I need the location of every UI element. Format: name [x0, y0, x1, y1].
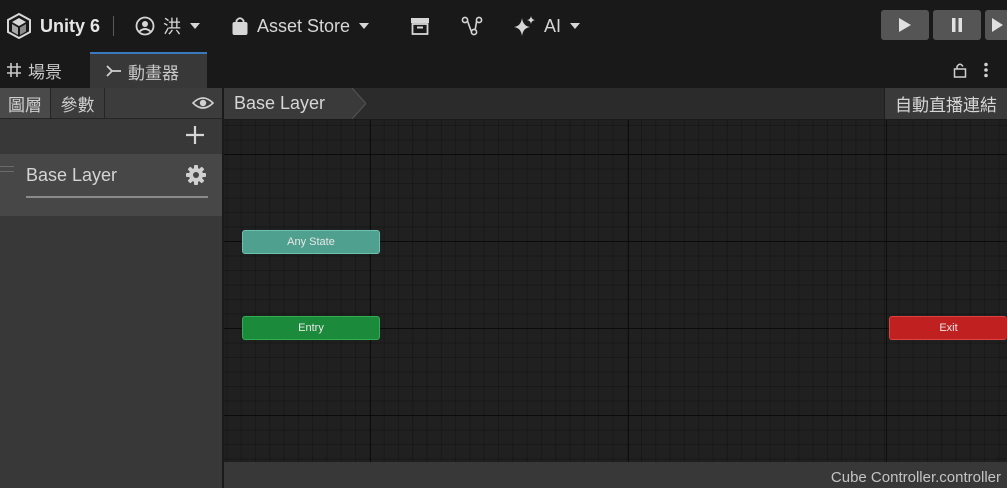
kebab-menu-icon — [984, 62, 988, 78]
visibility-toggle[interactable] — [105, 88, 222, 118]
package-manager-button[interactable] — [410, 0, 430, 52]
status-bar: Cube Controller.controller — [224, 462, 1007, 488]
drag-handle-icon[interactable] — [0, 166, 14, 172]
state-node-entry[interactable]: Entry — [242, 316, 380, 340]
account-dropdown[interactable]: 洪 — [135, 0, 201, 52]
chevron-down-icon — [359, 23, 370, 29]
tab-label: 圖層 — [8, 95, 42, 115]
tab-label: 參數 — [60, 95, 95, 115]
archive-icon — [411, 18, 429, 35]
eye-icon — [192, 97, 214, 109]
asset-store-label: Asset Store — [257, 15, 351, 36]
chevron-down-icon — [570, 23, 581, 29]
more-options-button[interactable] — [978, 52, 994, 88]
version-control-button[interactable] — [461, 0, 483, 52]
state-node-any-state[interactable]: Any State — [242, 230, 380, 254]
node-label: Exit — [939, 322, 958, 334]
layer-weight-bar — [26, 196, 208, 198]
tab-parameters[interactable]: 參數 — [51, 88, 105, 118]
layer-row[interactable]: Base Layer — [0, 154, 222, 216]
hash-icon — [7, 63, 21, 77]
controller-file-label: Cube Controller.controller — [830, 469, 1001, 486]
pause-button[interactable] — [933, 10, 981, 40]
tab-label: 場景 — [28, 62, 62, 82]
tab-scene[interactable]: 場景 — [6, 52, 90, 88]
state-node-exit[interactable]: Exit — [889, 316, 1007, 340]
play-icon — [899, 18, 911, 32]
node-label: Any State — [287, 236, 335, 248]
breadcrumb: Base Layer 自動直播連結 — [224, 88, 1007, 120]
lock-icon — [953, 63, 967, 78]
animator-icon — [106, 65, 121, 77]
unity-logo-button[interactable]: Unity 6 — [6, 0, 100, 52]
state-machine-graph[interactable]: Any State Entry Exit — [224, 120, 1007, 462]
editor-tab-bar: 場景 動畫器 — [0, 52, 1007, 88]
account-icon — [135, 16, 155, 36]
account-label: 洪 — [163, 17, 181, 37]
layers-panel: 圖層 參數 Base Layer — [0, 88, 222, 488]
tab-animator[interactable]: 動畫器 — [90, 52, 207, 88]
tab-layers[interactable]: 圖層 — [0, 88, 51, 118]
lock-button[interactable] — [950, 52, 970, 88]
step-icon — [992, 18, 1003, 32]
sparkle-icon — [514, 16, 535, 36]
unity-logo-icon — [7, 13, 31, 39]
ai-dropdown[interactable]: AI — [512, 0, 581, 52]
plus-icon — [186, 126, 204, 144]
main-toolbar: Unity 6 洪 Asset Store AI — [0, 0, 1007, 52]
shopping-bag-icon — [232, 17, 248, 35]
breadcrumb-item-base-layer[interactable]: Base Layer — [224, 88, 352, 119]
breadcrumb-arrow-icon — [352, 88, 366, 119]
node-label: Entry — [298, 322, 324, 334]
chevron-down-icon — [190, 23, 200, 29]
pause-icon — [952, 18, 962, 32]
play-button[interactable] — [881, 10, 929, 40]
layer-settings-button[interactable] — [185, 164, 207, 186]
auto-live-link-label: 自動直播連結 — [895, 96, 997, 115]
step-button[interactable] — [985, 10, 1007, 40]
panel-divider — [0, 118, 222, 119]
app-title: Unity 6 — [40, 15, 101, 36]
gear-icon — [186, 165, 206, 185]
ai-label: AI — [544, 15, 562, 36]
toolbar-divider — [113, 16, 114, 36]
tab-label: 動畫器 — [128, 63, 179, 83]
branch-icon — [461, 16, 483, 36]
add-layer-button[interactable] — [184, 124, 206, 146]
layer-name: Base Layer — [26, 165, 118, 185]
auto-live-link-button[interactable]: 自動直播連結 — [884, 88, 1007, 119]
asset-store-dropdown[interactable]: Asset Store — [231, 0, 370, 52]
breadcrumb-label: Base Layer — [234, 93, 326, 113]
